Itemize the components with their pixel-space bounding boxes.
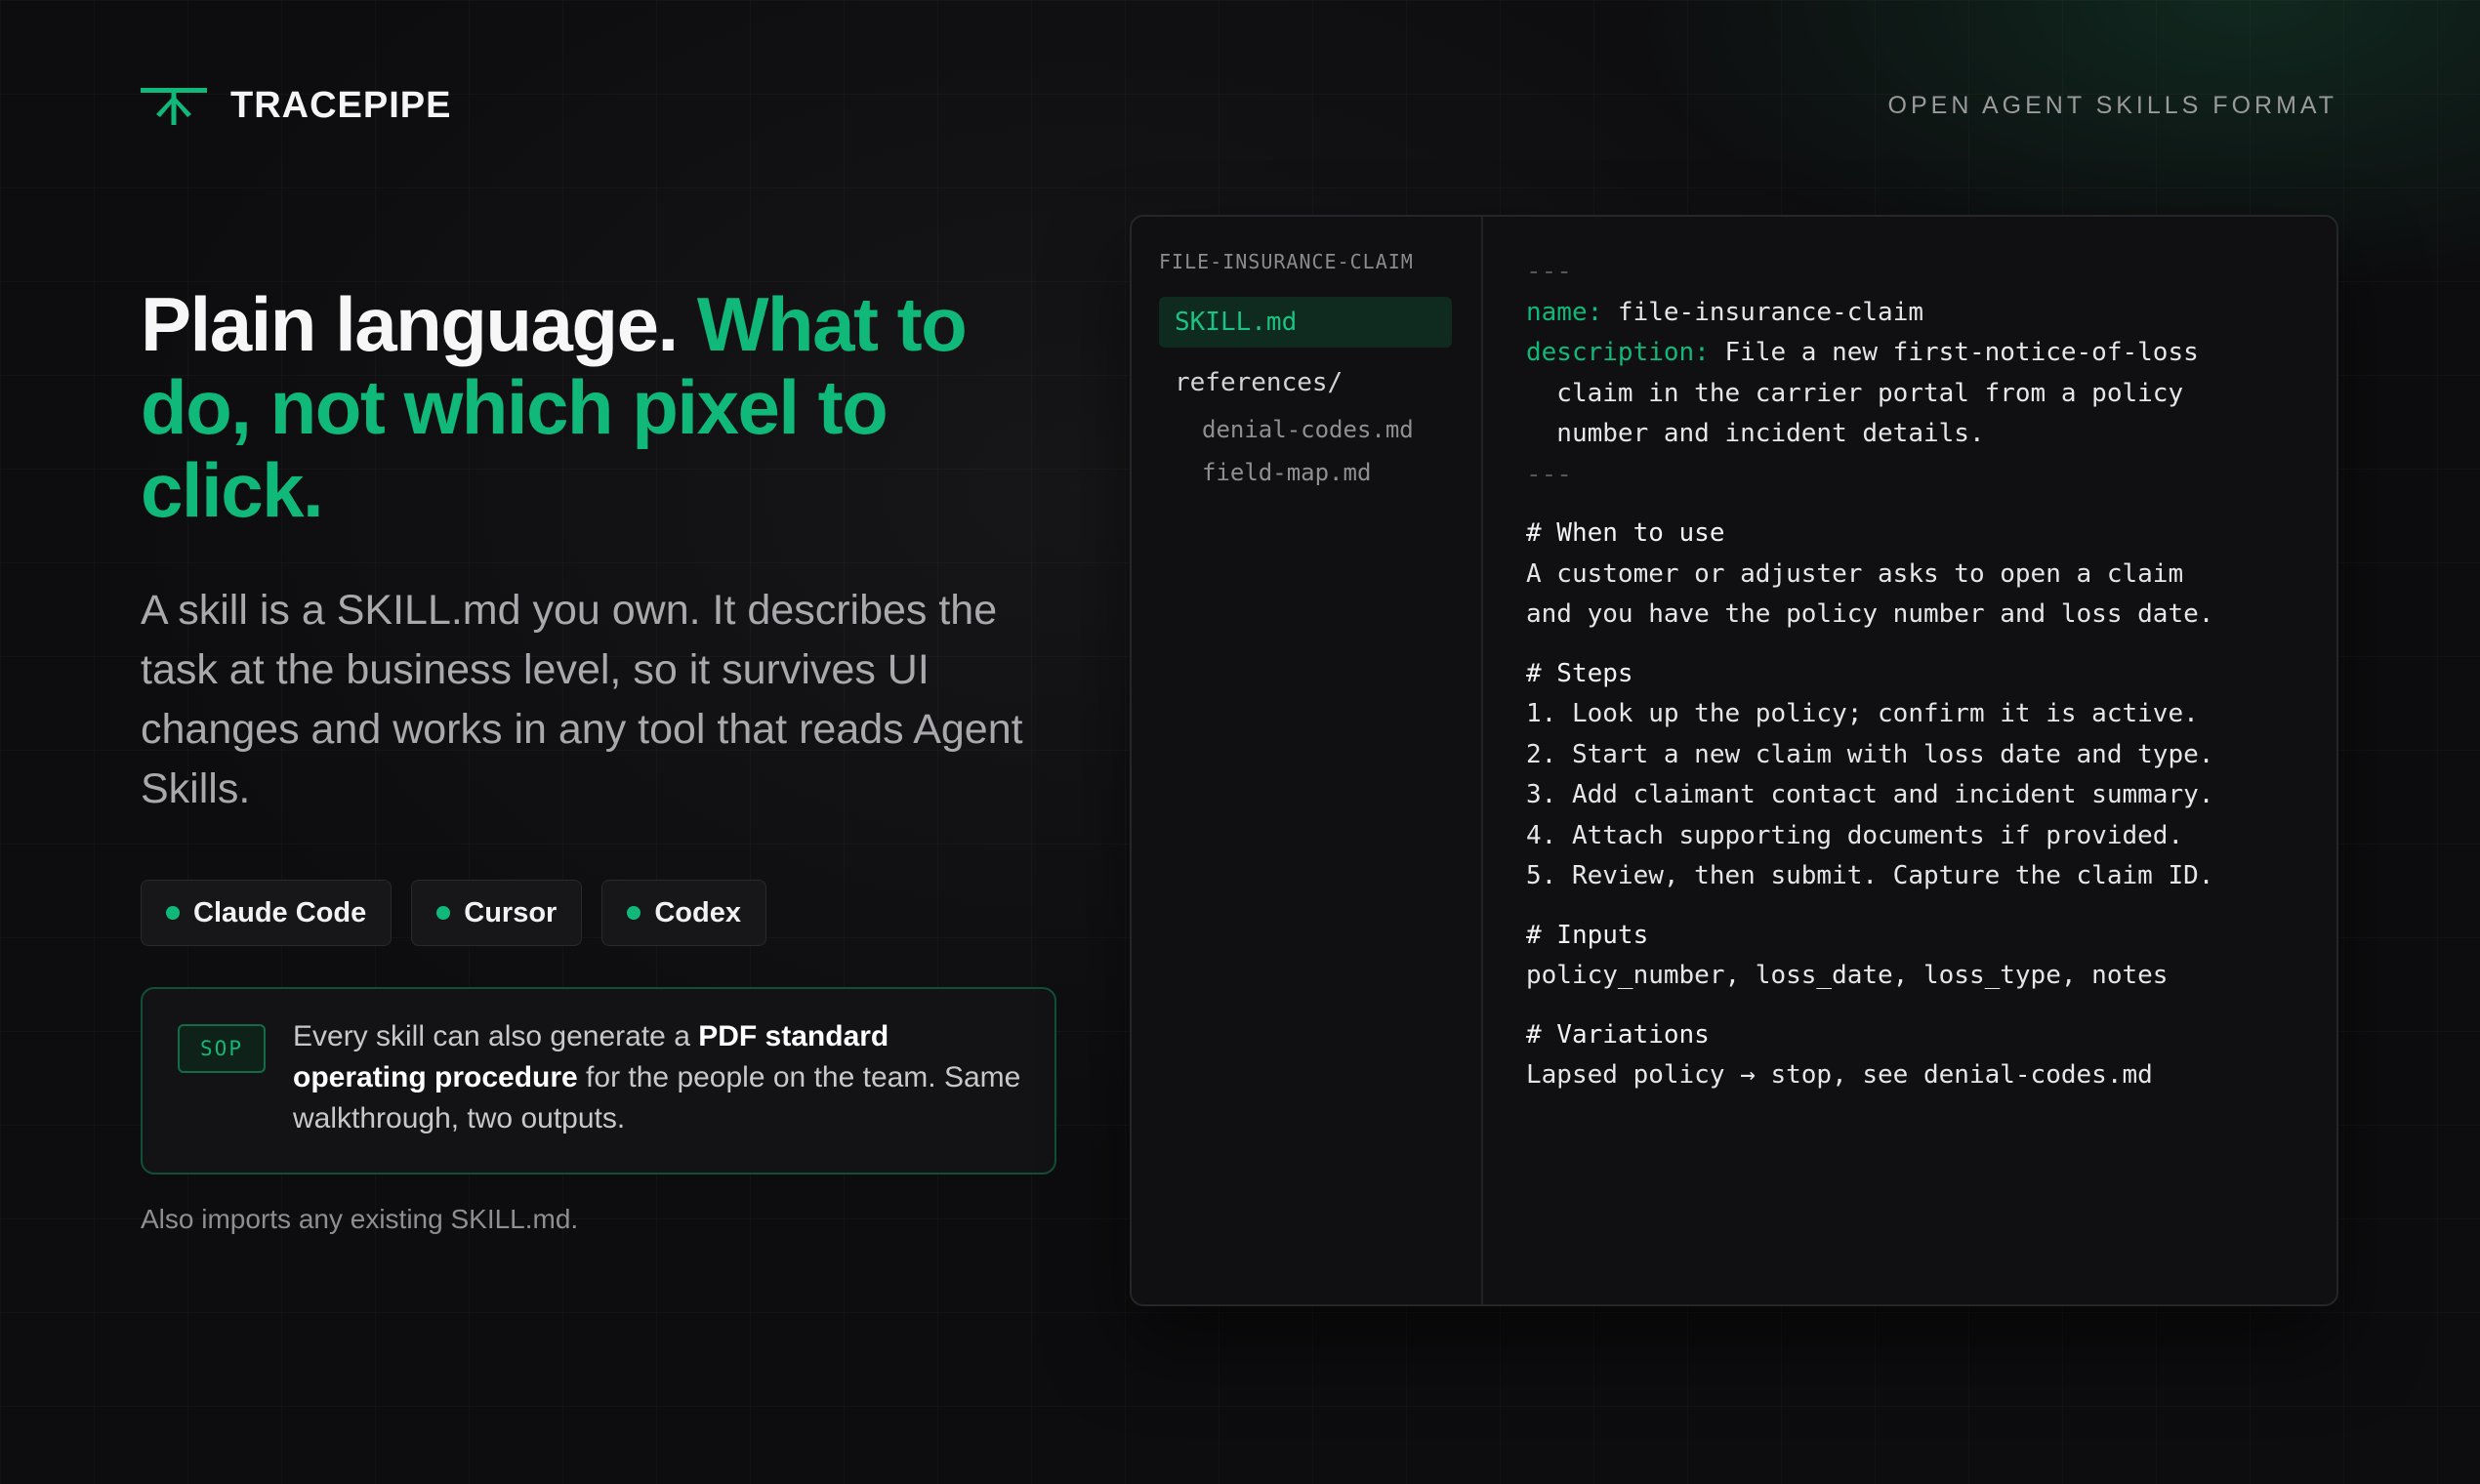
brand-name: TRACEPIPE xyxy=(230,84,452,126)
code-line: and you have the policy number and loss … xyxy=(1526,599,2214,629)
hero-description: A skill is a SKILL.md you own. It descri… xyxy=(141,587,1023,812)
file-tree: FILE-INSURANCE-CLAIM SKILL.md references… xyxy=(1132,217,1483,1304)
file-tree-folder-references[interactable]: references/ xyxy=(1159,357,1452,408)
code-line: A customer or adjuster asks to open a cl… xyxy=(1526,558,2184,589)
tool-chip-cursor: Cursor xyxy=(411,880,583,946)
status-dot-icon xyxy=(166,906,180,920)
step-line: 5. Review, then submit. Capture the clai… xyxy=(1526,861,2214,890)
tool-chip-claude-code: Claude Code xyxy=(141,880,393,946)
file-tree-item-skill-md[interactable]: SKILL.md xyxy=(1159,297,1452,348)
format-label: OPEN AGENT SKILLS FORMAT xyxy=(1887,91,2337,119)
file-tree-item-field-map[interactable]: field-map.md xyxy=(1159,451,1452,494)
sop-badge: SOP xyxy=(178,1024,266,1073)
code-line-name: name: file-insurance-claim xyxy=(1526,293,2297,334)
brand[interactable]: TRACEPIPE xyxy=(141,85,451,127)
file-tree-item-denial-codes[interactable]: denial-codes.md xyxy=(1159,408,1452,451)
step-line: 1. Look up the policy; confirm it is act… xyxy=(1526,699,2199,728)
description-key: description: xyxy=(1526,338,1710,367)
page-title: Plain language. What to do, not which pi… xyxy=(141,283,1049,532)
description-value: File a new first-notice-of-loss xyxy=(1709,338,2199,367)
code-line-description-2: claim in the carrier portal from a polic… xyxy=(1526,378,2184,408)
skill-file-preview: FILE-INSURANCE-CLAIM SKILL.md references… xyxy=(1130,215,2338,1306)
section-heading-inputs: # Inputs xyxy=(1526,920,1649,950)
section-heading-steps: # Steps xyxy=(1526,658,1633,688)
tool-chip-label: Cursor xyxy=(464,896,558,928)
code-line-description: description: File a new first-notice-of-… xyxy=(1526,333,2297,374)
section-heading-variations: # Variations xyxy=(1526,1019,1710,1050)
sop-text-before: Every skill can also generate a xyxy=(293,1020,699,1052)
sop-text: Every skill can also generate a PDF stan… xyxy=(293,1016,1025,1173)
frontmatter-start: --- xyxy=(1526,257,1572,286)
status-dot-icon xyxy=(436,906,451,920)
name-key: name: xyxy=(1526,297,1603,327)
section-heading-when-to-use: # When to use xyxy=(1526,518,1725,548)
tool-chips: Claude Code Cursor Codex xyxy=(141,880,1068,946)
imports-note: Also imports any existing SKILL.md. xyxy=(141,1204,579,1234)
frontmatter-end: --- xyxy=(1526,459,1572,489)
status-dot-icon xyxy=(627,906,641,920)
name-value: file-insurance-claim xyxy=(1602,297,1924,327)
variations-line: Lapsed policy → stop, see denial-codes.m… xyxy=(1526,1060,2153,1090)
sop-callout: SOP Every skill can also generate a PDF … xyxy=(141,987,1056,1175)
site-header: TRACEPIPE OPEN AGENT SKILLS FORMAT xyxy=(141,78,2337,133)
tool-chip-label: Claude Code xyxy=(193,896,367,928)
hero-section: Plain language. What to do, not which pi… xyxy=(141,283,1068,1235)
tool-chip-codex: Codex xyxy=(601,880,766,946)
tool-chip-label: Codex xyxy=(654,896,741,928)
code-view: --- name: file-insurance-claim descripti… xyxy=(1483,217,2336,1304)
step-line: 3. Add claimant contact and incident sum… xyxy=(1526,780,2214,809)
tracepipe-logo-icon xyxy=(141,88,207,125)
file-tree-title: FILE-INSURANCE-CLAIM xyxy=(1159,250,1414,273)
step-line: 2. Start a new claim with loss date and … xyxy=(1526,739,2214,769)
code-line-description-3: number and incident details. xyxy=(1526,419,1985,448)
step-line: 4. Attach supporting documents if provid… xyxy=(1526,820,2184,850)
inputs-line: policy_number, loss_date, loss_type, not… xyxy=(1526,961,2169,990)
headline-white: Plain language. xyxy=(141,281,697,367)
